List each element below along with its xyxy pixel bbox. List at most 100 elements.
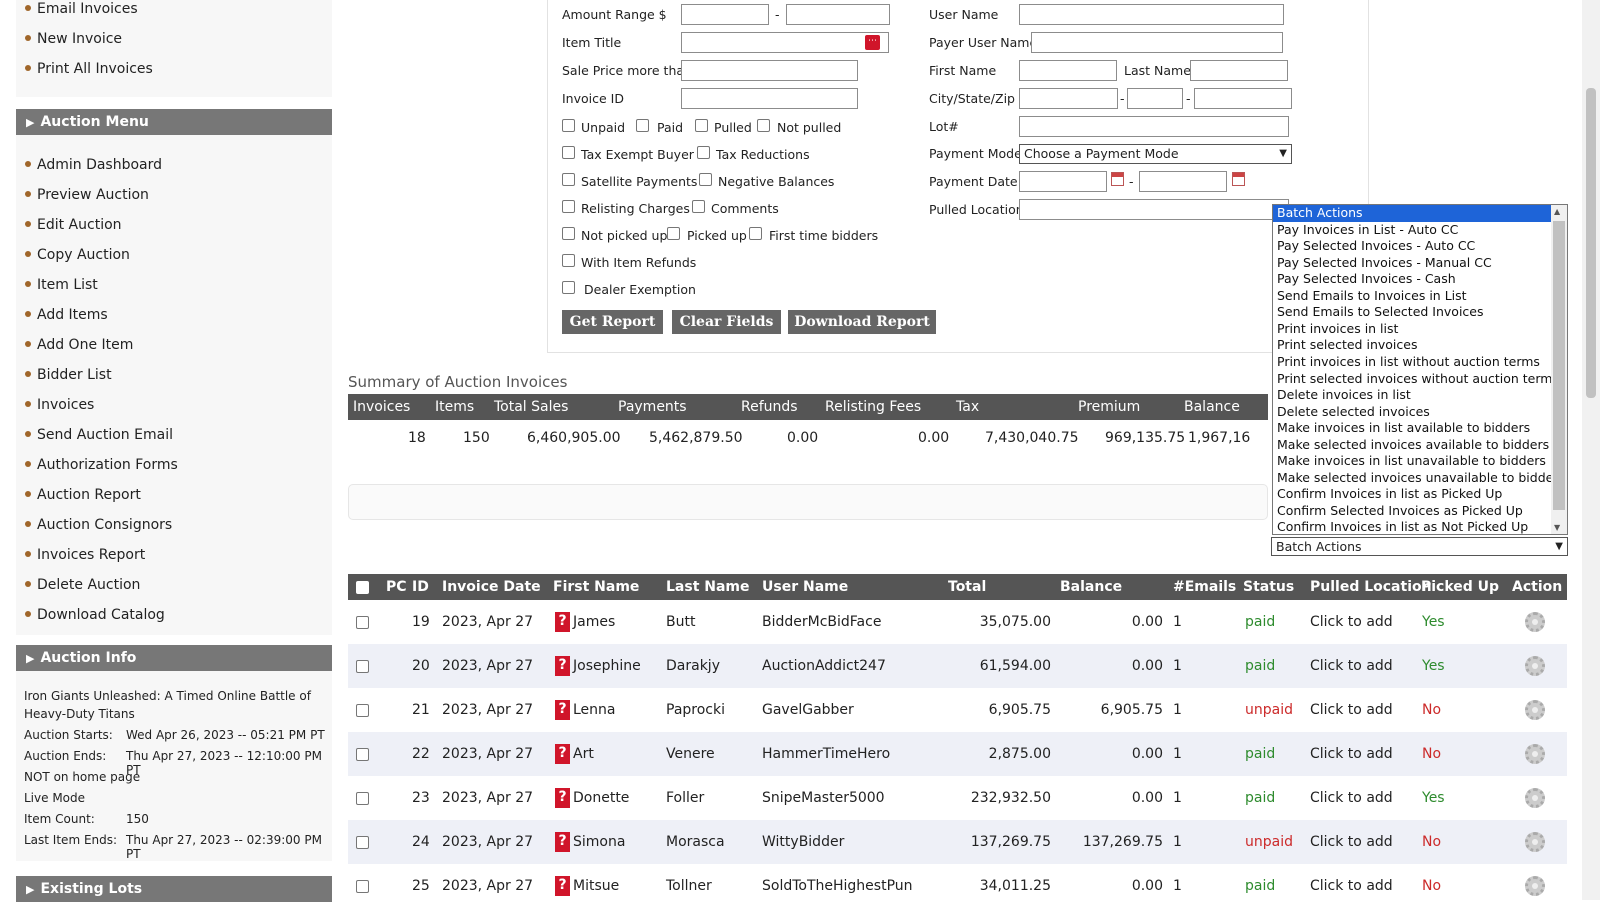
- email-count[interactable]: 1: [1173, 613, 1182, 631]
- batch-option[interactable]: Pay Invoices in List - Auto CC: [1273, 222, 1551, 239]
- menu-label[interactable]: Admin Dashboard: [37, 157, 162, 173]
- question-icon[interactable]: ?: [555, 832, 570, 852]
- batch-option[interactable]: Pay Selected Invoices - Cash: [1273, 271, 1551, 288]
- refunds-checkbox[interactable]: [562, 254, 575, 267]
- menu-label[interactable]: Send Auction Email: [37, 427, 173, 443]
- menu-new-invoice[interactable]: New Invoice: [25, 28, 122, 50]
- col-balance[interactable]: Balance: [1060, 574, 1122, 600]
- batch-option[interactable]: Confirm Invoices in list as Not Picked U…: [1273, 519, 1551, 534]
- menu-item[interactable]: Add Items: [25, 304, 108, 326]
- batch-option[interactable]: Pay Selected Invoices - Manual CC: [1273, 255, 1551, 272]
- col-invoice-date[interactable]: Invoice Date: [442, 574, 541, 600]
- menu-item[interactable]: Preview Auction: [25, 184, 149, 206]
- batch-option[interactable]: Batch Actions: [1273, 205, 1551, 222]
- user-name[interactable]: GavelGabber: [762, 701, 854, 719]
- tax-reductions-checkbox[interactable]: [697, 146, 710, 159]
- col-id[interactable]: ID: [412, 574, 429, 600]
- user-name[interactable]: SnipeMaster5000: [762, 789, 885, 807]
- batch-actions-select[interactable]: Batch Actions ▼: [1271, 537, 1568, 556]
- batch-actions-dropdown[interactable]: Batch Actions Pay Invoices in List - Auto…: [1272, 204, 1568, 535]
- first-name-input[interactable]: [1019, 60, 1117, 81]
- menu-label[interactable]: Item List: [37, 277, 98, 293]
- invoice-id[interactable]: 25: [412, 877, 430, 895]
- menu-item[interactable]: Send Auction Email: [25, 424, 173, 446]
- pulled-location-input[interactable]: [1019, 199, 1289, 220]
- download-report-button[interactable]: Download Report: [788, 310, 936, 334]
- email-count[interactable]: 1: [1173, 877, 1182, 895]
- batch-option[interactable]: Delete invoices in list: [1273, 387, 1551, 404]
- col-pc[interactable]: PC: [386, 574, 407, 600]
- satellite-checkbox[interactable]: [562, 173, 575, 186]
- menu-item[interactable]: Edit Auction: [25, 214, 122, 236]
- menu-item[interactable]: Copy Auction: [25, 244, 130, 266]
- item-title-input[interactable]: ⋯: [681, 32, 889, 53]
- question-icon[interactable]: ?: [555, 656, 570, 676]
- clear-fields-button[interactable]: Clear Fields: [672, 310, 781, 334]
- menu-email-invoices[interactable]: Email Invoices: [25, 0, 138, 20]
- menu-label[interactable]: Print All Invoices: [37, 61, 153, 77]
- menu-item[interactable]: Delete Auction: [25, 574, 140, 596]
- dropdown-scroll-thumb[interactable]: [1553, 221, 1565, 510]
- picked-up-status[interactable]: No: [1422, 877, 1441, 895]
- col-action[interactable]: Action: [1512, 574, 1562, 600]
- unpaid-checkbox[interactable]: [562, 119, 575, 132]
- pulled-location[interactable]: Click to add: [1310, 789, 1393, 807]
- amount-min-input[interactable]: [681, 4, 769, 25]
- scroll-up-icon[interactable]: ▲: [1554, 207, 1560, 216]
- batch-option[interactable]: Confirm Selected Invoices as Picked Up: [1273, 503, 1551, 520]
- col-emails[interactable]: #Emails: [1173, 574, 1236, 600]
- lot-input[interactable]: [1019, 116, 1289, 137]
- pulled-location[interactable]: Click to add: [1310, 833, 1393, 851]
- amount-max-input[interactable]: [786, 4, 890, 25]
- menu-item[interactable]: Add One Item: [25, 334, 133, 356]
- menu-label[interactable]: Preview Auction: [37, 187, 149, 203]
- gear-icon[interactable]: [1525, 788, 1545, 808]
- existing-lots-header[interactable]: ▶ Existing Lots: [16, 876, 332, 902]
- payment-date-to-input[interactable]: [1139, 171, 1227, 192]
- menu-item[interactable]: Bidder List: [25, 364, 112, 386]
- negative-balances-checkbox[interactable]: [699, 173, 712, 186]
- menu-label[interactable]: Auction Report: [37, 487, 141, 503]
- menu-label[interactable]: Delete Auction: [37, 577, 140, 593]
- col-last-name[interactable]: Last Name: [666, 574, 750, 600]
- question-icon[interactable]: ?: [555, 744, 570, 764]
- page-scroll-thumb[interactable]: [1586, 88, 1596, 398]
- menu-item[interactable]: Invoices Report: [25, 544, 145, 566]
- row-checkbox[interactable]: [356, 748, 369, 761]
- comments-checkbox[interactable]: [692, 200, 705, 213]
- pulled-checkbox[interactable]: [695, 119, 708, 132]
- col-status[interactable]: Status: [1243, 574, 1294, 600]
- invoice-id[interactable]: 23: [412, 789, 430, 807]
- menu-item[interactable]: Download Catalog: [25, 604, 165, 626]
- batch-option[interactable]: Send Emails to Invoices in List: [1273, 288, 1551, 305]
- user-name[interactable]: AuctionAddict247: [762, 657, 886, 675]
- pulled-location[interactable]: Click to add: [1310, 613, 1393, 631]
- auction-menu-header[interactable]: ▶ Auction Menu: [16, 109, 332, 135]
- gear-icon[interactable]: [1525, 656, 1545, 676]
- menu-label[interactable]: Download Catalog: [37, 607, 165, 623]
- user-name[interactable]: HammerTimeHero: [762, 745, 890, 763]
- row-checkbox[interactable]: [356, 616, 369, 629]
- get-report-button[interactable]: Get Report: [562, 310, 663, 334]
- dropdown-scrollbar[interactable]: ▲ ▼: [1551, 205, 1567, 534]
- auction-info-header[interactable]: ▶ Auction Info: [16, 645, 332, 671]
- menu-label[interactable]: Add Items: [37, 307, 108, 323]
- first-time-checkbox[interactable]: [749, 227, 762, 240]
- gear-icon[interactable]: [1525, 832, 1545, 852]
- user-name[interactable]: SoldToTheHighestPun: [762, 877, 913, 895]
- zip-input[interactable]: [1194, 88, 1292, 109]
- menu-print-all-invoices[interactable]: Print All Invoices: [25, 58, 153, 80]
- invoice-id[interactable]: 20: [412, 657, 430, 675]
- question-icon[interactable]: ?: [555, 612, 570, 632]
- row-checkbox[interactable]: [356, 836, 369, 849]
- menu-item[interactable]: Authorization Forms: [25, 454, 178, 476]
- menu-item[interactable]: Admin Dashboard: [25, 154, 162, 176]
- page-scrollbar[interactable]: [1582, 0, 1600, 900]
- invoice-id[interactable]: 24: [412, 833, 430, 851]
- menu-label[interactable]: New Invoice: [37, 31, 122, 47]
- col-picked-up[interactable]: Picked Up: [1421, 574, 1499, 600]
- user-name-input[interactable]: [1019, 4, 1284, 25]
- gear-icon[interactable]: [1525, 876, 1545, 896]
- col-user-name[interactable]: User Name: [762, 574, 848, 600]
- menu-label[interactable]: Edit Auction: [37, 217, 122, 233]
